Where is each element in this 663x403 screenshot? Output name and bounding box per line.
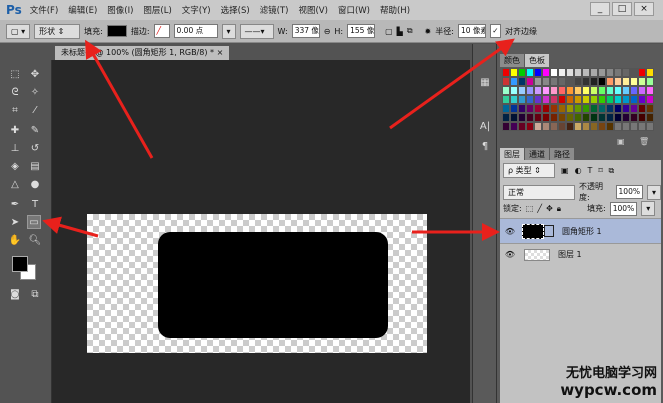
arrow-to-mode: [85, 39, 154, 159]
arrow-to-tool: [42, 216, 99, 238]
arrow-to-radius: [389, 38, 515, 130]
annotation-arrows: [42, 38, 515, 241]
